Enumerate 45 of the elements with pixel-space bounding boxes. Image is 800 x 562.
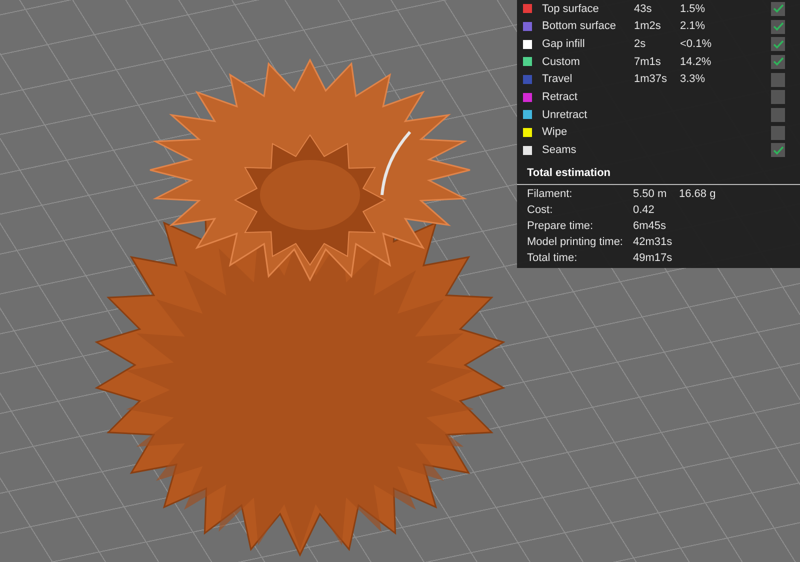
estimation-label: Total time: bbox=[527, 251, 578, 266]
visibility-checkbox[interactable] bbox=[771, 143, 785, 158]
visibility-checkbox[interactable] bbox=[771, 54, 785, 69]
legend-percent: 2.1% bbox=[680, 19, 706, 34]
estimation-label: Prepare time: bbox=[527, 219, 594, 234]
estimation-value: 16.68 g bbox=[679, 187, 717, 202]
visibility-checkbox[interactable] bbox=[771, 90, 785, 104]
legend-time: 1m2s bbox=[634, 19, 662, 34]
legend-label: Top surface bbox=[542, 2, 600, 17]
estimation-value: 6m45s bbox=[633, 219, 668, 234]
legend-label: Seams bbox=[542, 143, 578, 158]
estimation-value: 42m31s bbox=[633, 235, 674, 250]
legend-time: 7m1s bbox=[634, 54, 662, 70]
checkmark-icon bbox=[772, 57, 784, 66]
visibility-checkbox[interactable] bbox=[771, 37, 785, 52]
legend-label: Custom bbox=[542, 54, 581, 70]
legend-percent: 1.5% bbox=[680, 2, 706, 17]
legend-label: Wipe bbox=[542, 125, 568, 140]
legend-label: Bottom surface bbox=[542, 19, 617, 34]
visibility-checkbox[interactable] bbox=[771, 126, 785, 140]
legend-label: Gap infill bbox=[542, 36, 586, 52]
legend-time: 43s bbox=[634, 2, 653, 17]
checkmark-icon bbox=[772, 4, 784, 14]
legend-time: 1m37s bbox=[634, 72, 668, 88]
estimation-value: 5.50 m bbox=[633, 187, 668, 202]
legend-time: 2s bbox=[634, 36, 647, 52]
checkmark-icon bbox=[772, 146, 784, 155]
checkmark-icon bbox=[772, 40, 784, 49]
legend-percent: 14.2% bbox=[680, 54, 712, 70]
visibility-checkbox[interactable] bbox=[771, 2, 785, 16]
legend-percent: 3.3% bbox=[680, 72, 706, 88]
estimation-label: Filament: bbox=[527, 187, 574, 202]
visibility-checkbox[interactable] bbox=[771, 108, 785, 122]
legend-label: Unretract bbox=[542, 108, 588, 123]
legend-percent: <0.1% bbox=[680, 36, 712, 52]
estimation-label: Model printing time: bbox=[527, 235, 624, 250]
checkmark-icon bbox=[772, 22, 784, 32]
estimation-title: Total estimation bbox=[526, 166, 612, 182]
visibility-checkbox[interactable] bbox=[771, 72, 785, 87]
estimation-value: 49m17s bbox=[633, 251, 674, 266]
estimation-value: 0.42 bbox=[633, 203, 656, 218]
legend-label: Travel bbox=[542, 72, 574, 88]
estimation-label: Cost: bbox=[527, 203, 554, 218]
visibility-checkbox[interactable] bbox=[771, 20, 785, 34]
legend-label: Retract bbox=[542, 90, 578, 106]
